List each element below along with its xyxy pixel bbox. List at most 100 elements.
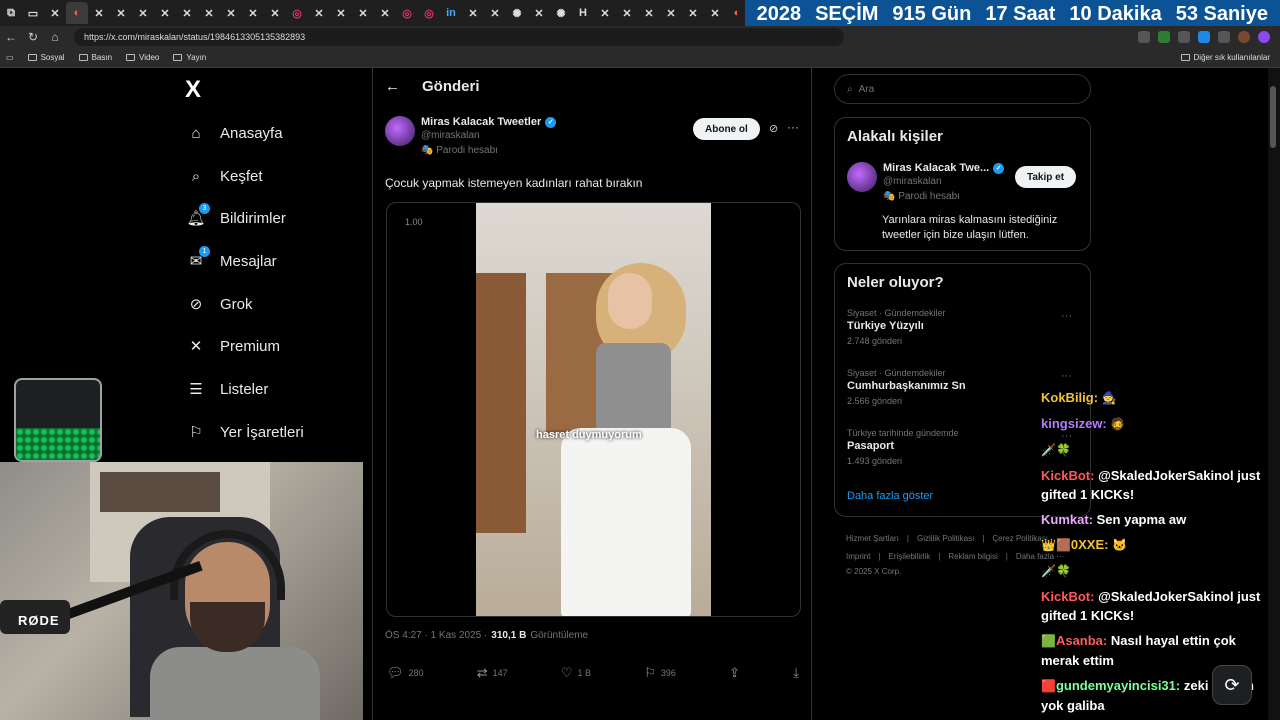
browser-tab[interactable]: ✕: [352, 2, 374, 24]
footer-link[interactable]: Gizlilik Politikası: [917, 534, 974, 543]
avatar[interactable]: [385, 116, 415, 146]
browser-tab[interactable]: ◎: [396, 2, 418, 24]
post-time[interactable]: ÖS 4:27 · 1 Kas 2025 ·: [385, 630, 487, 641]
browser-tab[interactable]: ◎: [286, 2, 308, 24]
scrollbar[interactable]: [1268, 68, 1280, 720]
url-field[interactable]: https://x.com/miraskalan/status/19846133…: [74, 28, 844, 46]
nav-item-search[interactable]: ⌕ Keşfet: [186, 162, 263, 190]
profile-avatar-icon[interactable]: [1238, 31, 1250, 43]
chat-username[interactable]: Kumkat:: [1041, 512, 1093, 527]
browser-tab[interactable]: H: [572, 2, 594, 24]
extension-icon[interactable]: [1218, 31, 1230, 43]
video-player[interactable]: 1.00 hasret duymuyorum: [386, 202, 801, 617]
browser-tab[interactable]: ✕: [44, 2, 66, 24]
reply-button[interactable]: 💬︎ 280: [387, 665, 424, 681]
extension-icon[interactable]: [1138, 31, 1150, 43]
bookmark-folder[interactable]: Basın: [78, 53, 112, 62]
browser-tab[interactable]: ⧉: [0, 2, 22, 24]
video-frame[interactable]: hasret duymuyorum: [476, 203, 711, 616]
extension-icon[interactable]: [1198, 31, 1210, 43]
trend-more-icon[interactable]: ···: [1061, 310, 1072, 322]
browser-tab[interactable]: ✕: [242, 2, 264, 24]
chat-username[interactable]: KickBot:: [1041, 589, 1094, 604]
back-arrow-icon[interactable]: ←: [385, 78, 400, 95]
extension-icon[interactable]: [1178, 31, 1190, 43]
bookmark-button[interactable]: ⚐ 396: [644, 665, 676, 681]
download-button[interactable]: ⤓: [793, 665, 799, 681]
browser-tab[interactable]: ✕: [484, 2, 506, 24]
footer-link[interactable]: Hizmet Şartları: [846, 534, 899, 543]
browser-tab[interactable]: ✕: [110, 2, 132, 24]
chat-username[interactable]: kingsizew:: [1041, 416, 1107, 431]
more-options-icon[interactable]: ···: [787, 120, 799, 134]
browser-tab[interactable]: ✕: [330, 2, 352, 24]
browser-tab[interactable]: ✕: [616, 2, 638, 24]
trend-item[interactable]: Türkiye tarihinde gündemde Pasaport 1.493 …: [847, 428, 959, 466]
chat-overlay-icon[interactable]: ⟳: [1212, 665, 1252, 705]
trend-item[interactable]: Siyaset · Gündemdekiler Türkiye Yüzyılı 2.…: [847, 308, 946, 346]
footer-link[interactable]: Erişilebilirlik: [889, 552, 931, 561]
author-handle[interactable]: @miraskalan: [421, 130, 556, 141]
x-logo[interactable]: X: [185, 76, 201, 104]
browser-tab[interactable]: ✕: [154, 2, 176, 24]
home-browser-icon[interactable]: ⌂: [44, 30, 66, 44]
show-more-link[interactable]: Daha fazla göster: [847, 490, 933, 502]
browser-tab[interactable]: ✕: [374, 2, 396, 24]
back-icon[interactable]: ←: [0, 30, 22, 44]
browser-tab[interactable]: ✺: [506, 2, 528, 24]
browser-tab[interactable]: ▭: [22, 2, 44, 24]
browser-tab[interactable]: ✺: [550, 2, 572, 24]
refresh-icon[interactable]: ↻: [22, 30, 44, 44]
chat-username[interactable]: Asanba:: [1056, 633, 1107, 648]
author-name[interactable]: Miras Kalacak Tweetler ✓: [421, 116, 557, 128]
nav-item-bell[interactable]: 🔔︎ 3 Bildirimler: [186, 203, 286, 232]
repost-button[interactable]: ⇄ 147: [477, 665, 508, 681]
browser-tab[interactable]: ◐: [66, 2, 88, 24]
scrollbar-thumb[interactable]: [1270, 86, 1276, 148]
bookmarks-bar-icon[interactable]: ▭: [6, 53, 14, 62]
relevant-user[interactable]: Miras Kalacak Twe... ✓ @miraskalan 🎭 Paro…: [847, 162, 1005, 202]
playback-speed[interactable]: 1.00: [405, 217, 423, 227]
browser-tab[interactable]: ✕: [660, 2, 682, 24]
bookmark-folder[interactable]: Video: [126, 53, 159, 62]
browser-tab[interactable]: ✕: [220, 2, 242, 24]
chat-username[interactable]: gundemyayincisi31:: [1056, 678, 1180, 693]
grok-icon[interactable]: ⊘: [769, 122, 778, 135]
footer-link[interactable]: Reklam bilgisi: [948, 552, 997, 561]
nav-item-mail[interactable]: ✉ 1 Mesajlar: [186, 246, 277, 275]
other-bookmarks[interactable]: Diğer sık kullanılanlar: [1180, 53, 1280, 62]
post-author[interactable]: Miras Kalacak Tweetler ✓ @miraskalan 🎭 Pa…: [385, 116, 557, 156]
chat-username[interactable]: 0XXE:: [1071, 537, 1109, 552]
footer-link[interactable]: Imprint: [846, 552, 870, 561]
chat-username[interactable]: KokBilig:: [1041, 390, 1098, 405]
browser-tab[interactable]: ✕: [176, 2, 198, 24]
browser-tab[interactable]: ✕: [198, 2, 220, 24]
subscribe-button[interactable]: Abone ol: [693, 118, 760, 140]
nav-item-list[interactable]: ☰ Listeler: [186, 375, 268, 403]
nav-item-grok[interactable]: ⊘ Grok: [186, 290, 253, 318]
browser-tab[interactable]: ✕: [88, 2, 110, 24]
browser-tab[interactable]: ✕: [462, 2, 484, 24]
browser-tab[interactable]: ✕: [308, 2, 330, 24]
browser-tab[interactable]: ✕: [132, 2, 154, 24]
browser-tab[interactable]: ✕: [682, 2, 704, 24]
bookmark-folder[interactable]: Sosyal: [27, 53, 65, 62]
trend-more-icon[interactable]: ···: [1061, 370, 1072, 382]
like-button[interactable]: ♡ 1 B: [561, 665, 591, 681]
trend-item[interactable]: Siyaset · Gündemdekiler Cumhurbaşkanımız …: [847, 368, 966, 406]
relevant-user-name[interactable]: Miras Kalacak Twe... ✓: [883, 162, 1005, 174]
browser-tab[interactable]: ✕: [704, 2, 726, 24]
browser-tab[interactable]: in: [440, 2, 462, 24]
share-button[interactable]: ⇪: [729, 665, 740, 681]
footer-link[interactable]: Çerez Politikası: [992, 534, 1048, 543]
browser-tab[interactable]: ✕: [528, 2, 550, 24]
nav-item-x[interactable]: ✕ Premium: [186, 332, 280, 360]
nav-item-bookmark[interactable]: ⚐ Yer İşaretleri: [186, 418, 303, 446]
browser-tab[interactable]: ◎: [418, 2, 440, 24]
browser-tab[interactable]: ✕: [264, 2, 286, 24]
copilot-icon[interactable]: [1258, 31, 1270, 43]
relevant-user-handle[interactable]: @miraskalan: [883, 176, 1004, 187]
browser-tab[interactable]: ✕: [594, 2, 616, 24]
extension-icon[interactable]: [1158, 31, 1170, 43]
nav-item-home[interactable]: ⌂ Anasayfa: [186, 119, 282, 147]
